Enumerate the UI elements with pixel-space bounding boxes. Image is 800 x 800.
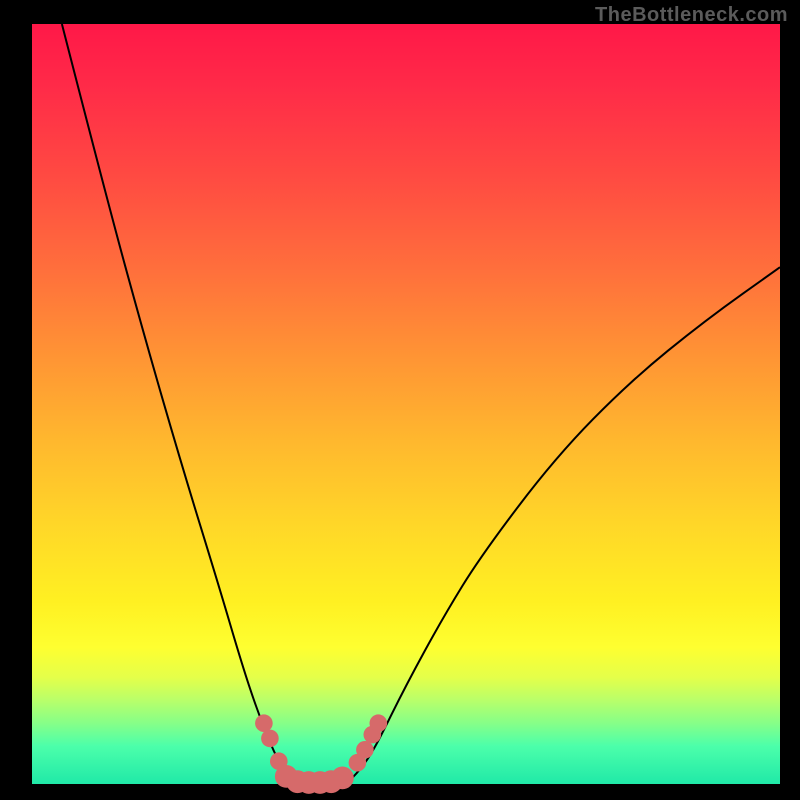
watermark-text: TheBottleneck.com <box>595 4 788 27</box>
curve-marker <box>370 714 388 732</box>
curve-markers <box>255 714 387 793</box>
curve-marker <box>356 741 374 759</box>
curve-marker <box>261 730 279 748</box>
curve-marker <box>255 714 273 732</box>
curve-line <box>62 24 780 784</box>
curve-marker <box>331 767 354 790</box>
bottleneck-curve <box>32 24 780 784</box>
